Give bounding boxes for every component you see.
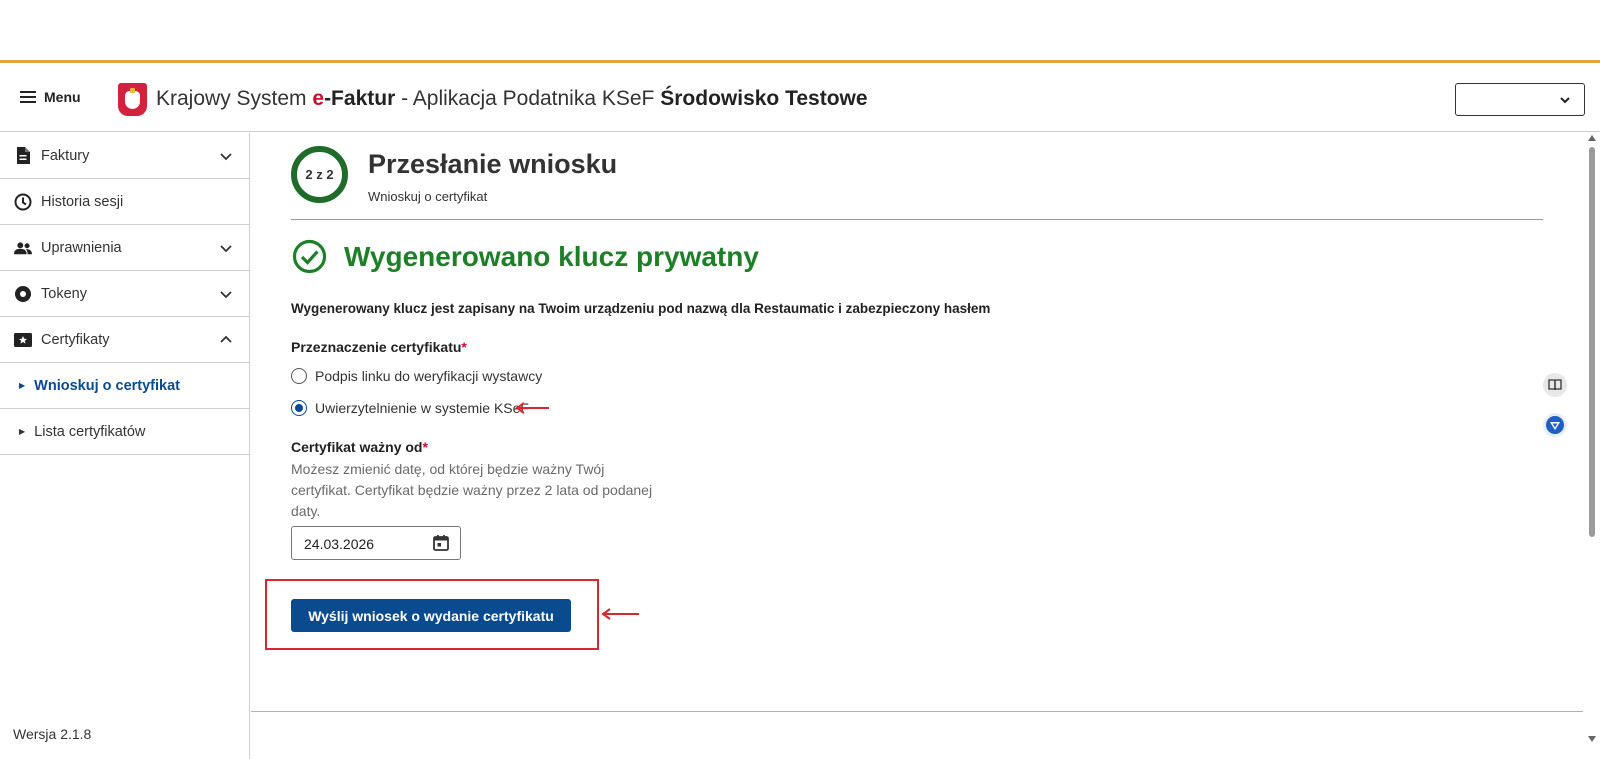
- scrollbar-thumb[interactable]: [1589, 147, 1595, 537]
- title-middle: - Aplikacja Podatnika KSeF: [395, 87, 661, 110]
- title-divider: [291, 219, 1543, 220]
- menu-label: Menu: [44, 89, 81, 105]
- success-heading: Wygenerowano klucz prywatny: [292, 239, 759, 274]
- certificate-icon: [14, 331, 32, 349]
- sidebar-item-label: Faktury: [41, 147, 90, 164]
- description-text: Wygenerowany klucz jest zapisany na Twoi…: [291, 301, 991, 316]
- date-value: 24.03.2026: [304, 536, 375, 552]
- browser-top-area: [0, 0, 1600, 63]
- hamburger-icon: [20, 91, 36, 103]
- valid-from-label: Certyfikat ważny od*: [291, 439, 428, 455]
- sidebar: Faktury Historia sesji Uprawnienia Token…: [0, 133, 250, 759]
- sidebar-item-tokeny[interactable]: Tokeny: [0, 271, 249, 317]
- chevron-down-icon: [1560, 97, 1570, 104]
- required-mark: *: [422, 439, 428, 455]
- sidebar-subitem-label: Lista certyfikatów: [34, 423, 146, 440]
- sidebar-subitem-lista-certyfikatow[interactable]: ▶ Lista certyfikatów: [0, 409, 249, 455]
- sidebar-subitem-label: Wnioskuj o certyfikat: [34, 377, 180, 394]
- clock-icon: [14, 193, 32, 211]
- context-select[interactable]: [1455, 83, 1585, 116]
- annotation-arrow-icon: [601, 608, 639, 620]
- sidebar-item-uprawnienia[interactable]: Uprawnienia: [0, 225, 249, 271]
- annotation-arrow-icon: [515, 402, 549, 414]
- brand-rest: -Faktur: [324, 87, 396, 110]
- footer-divider: [251, 711, 1583, 712]
- poland-emblem-icon: [118, 83, 147, 116]
- sidebar-item-historia-sesji[interactable]: Historia sesji: [0, 179, 249, 225]
- valid-from-hint: Możesz zmienić datę, od której będzie wa…: [291, 461, 653, 519]
- purpose-label-text: Przeznaczenie certyfikatu: [291, 339, 462, 355]
- sidebar-item-faktury[interactable]: Faktury: [0, 133, 249, 179]
- radio-label: Podpis linku do weryfikacji wystawcy: [315, 368, 543, 384]
- sidebar-subitem-wnioskuj-o-certyfikat[interactable]: ▶ Wnioskuj o certyfikat: [0, 363, 249, 409]
- radio-button-checked[interactable]: [291, 400, 307, 416]
- chevron-down-icon: [220, 245, 232, 253]
- page-title: Przesłanie wniosku: [368, 149, 618, 179]
- app-version: Wersja 2.1.8: [13, 726, 92, 742]
- main-content: 2 z 2 Przesłanie wniosku Wnioskuj o cert…: [251, 133, 1583, 759]
- book-icon: [1548, 379, 1562, 391]
- calendar-icon[interactable]: [432, 534, 450, 552]
- triangle-right-icon: ▶: [19, 427, 26, 436]
- success-title: Wygenerowano klucz prywatny: [344, 240, 759, 272]
- document-icon: [14, 147, 32, 165]
- vertical-scrollbar[interactable]: [1584, 133, 1600, 759]
- brand-name: e-Faktur: [312, 87, 395, 110]
- scroll-up-icon[interactable]: [1588, 135, 1596, 141]
- scroll-down-icon[interactable]: [1588, 736, 1596, 742]
- chevron-down-icon: [220, 291, 232, 299]
- extension-button[interactable]: [1543, 413, 1567, 437]
- brand-e: e: [312, 87, 325, 110]
- purpose-label: Przeznaczenie certyfikatu*: [291, 339, 467, 355]
- radio-label: Uwierzytelnienie w systemie KSeF: [315, 400, 529, 416]
- sidebar-item-label: Tokeny: [41, 285, 87, 302]
- valid-from-date-input[interactable]: 24.03.2026: [291, 526, 461, 560]
- triangle-right-icon: ▶: [19, 381, 26, 390]
- reader-mode-button[interactable]: [1543, 373, 1567, 397]
- purpose-option-podpis-linku[interactable]: Podpis linku do weryfikacji wystawcy: [291, 368, 542, 384]
- valid-from-label-text: Certyfikat ważny od: [291, 439, 423, 455]
- required-mark: *: [461, 339, 467, 355]
- menu-button[interactable]: Menu: [20, 89, 81, 105]
- sidebar-item-certyfikaty[interactable]: Certyfikaty: [0, 317, 249, 363]
- check-circle-icon: [292, 239, 327, 274]
- app-title: Krajowy System e-Faktur - Aplikacja Poda…: [156, 87, 868, 111]
- app-header: Menu Krajowy System e-Faktur - Aplikacja…: [0, 66, 1600, 132]
- chevron-up-icon: [220, 335, 232, 343]
- sidebar-item-label: Uprawnienia: [41, 239, 122, 256]
- submit-certificate-request-button[interactable]: Wyślij wniosek o wydanie certyfikatu: [291, 599, 571, 632]
- chevron-down-icon: [220, 153, 232, 161]
- page-subtitle: Wnioskuj o certyfikat: [368, 189, 488, 204]
- people-icon: [14, 239, 32, 257]
- extension-logo-icon: [1546, 416, 1564, 434]
- title-prefix: Krajowy System: [156, 87, 313, 110]
- token-icon: [14, 285, 32, 303]
- sidebar-item-label: Certyfikaty: [41, 331, 110, 348]
- step-indicator: 2 z 2: [291, 146, 348, 203]
- environment-name: Środowisko Testowe: [660, 87, 868, 110]
- purpose-option-uwierzytelnienie[interactable]: Uwierzytelnienie w systemie KSeF: [291, 400, 529, 416]
- radio-button[interactable]: [291, 368, 307, 384]
- sidebar-item-label: Historia sesji: [41, 193, 124, 210]
